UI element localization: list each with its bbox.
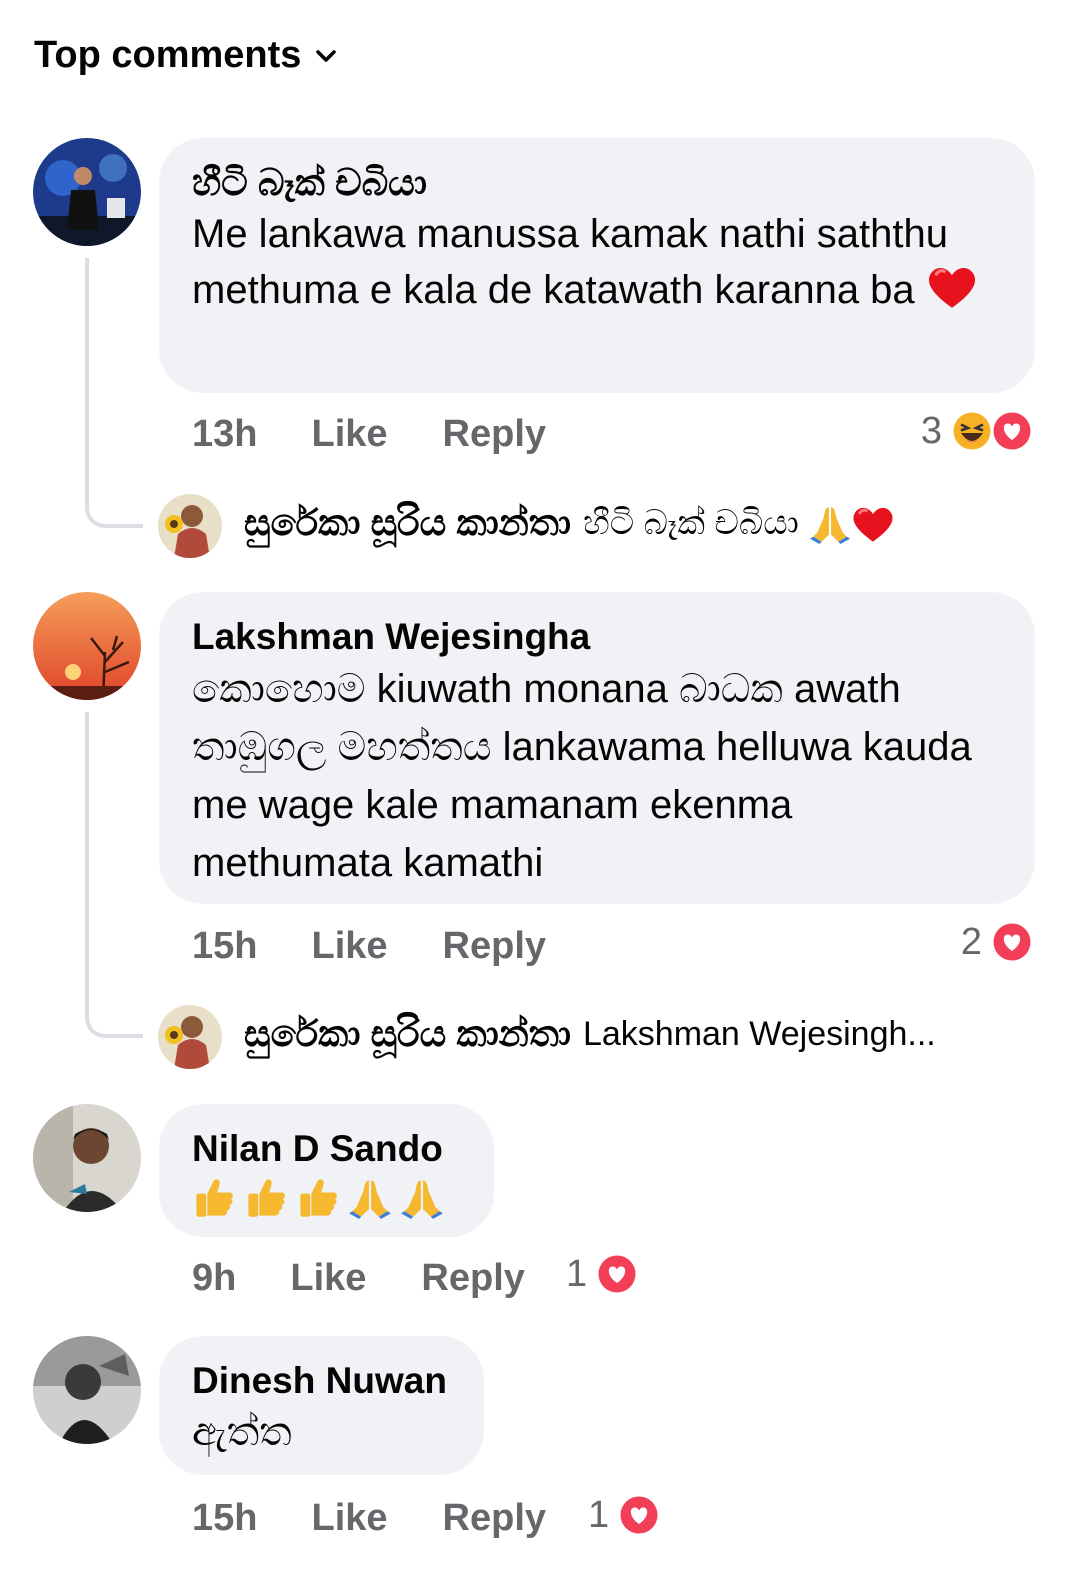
reply-button[interactable]: Reply	[421, 1257, 524, 1300]
reaction-summary[interactable]: 2	[961, 920, 1034, 964]
comment-actions: 9h Like Reply	[192, 1257, 525, 1300]
comment-actions: 13h Like Reply	[192, 413, 546, 456]
comment-actions: 15h Like Reply	[192, 1497, 546, 1540]
love-icon	[990, 920, 1034, 964]
reaction-count: 1	[588, 1493, 610, 1536]
like-button[interactable]: Like	[290, 1257, 366, 1300]
comment-time[interactable]: 13h	[192, 413, 257, 456]
reply-button[interactable]: Reply	[443, 925, 546, 968]
chevron-down-icon	[316, 49, 337, 62]
folded-hands-icon	[809, 503, 851, 545]
like-button[interactable]: Like	[311, 925, 387, 968]
comment-actions: 15h Like Reply	[192, 925, 546, 968]
thread-line	[85, 712, 143, 1038]
comment-emojis	[192, 1176, 460, 1220]
love-icon	[595, 1252, 639, 1296]
love-icon	[990, 409, 1034, 453]
thumbs-up-icon	[296, 1176, 340, 1220]
reaction-summary[interactable]: 1	[566, 1252, 639, 1296]
reply-avatar[interactable]	[158, 494, 222, 558]
comment-bubble: Lakshman Wejesingha කොහොම kiuwath monana…	[159, 592, 1035, 904]
folded-hands-icon	[400, 1176, 444, 1220]
comment-author[interactable]: Lakshman Wejesingha	[192, 614, 1001, 660]
comment-author[interactable]: Nilan D Sando	[192, 1126, 460, 1172]
comment-text: ඇත්ත	[192, 1410, 292, 1454]
comment-text: කොහොම kiuwath monana බාධක awath තාඹුගල ම…	[192, 667, 972, 885]
thumbs-up-icon	[192, 1176, 236, 1220]
red-heart-icon	[851, 504, 895, 544]
sort-label: Top comments	[34, 34, 302, 76]
avatar[interactable]	[33, 1336, 141, 1444]
reply-author: සුරේකා සූරිය කාන්තා	[244, 502, 571, 543]
reply-text: Lakshman Wejesingh...	[582, 1015, 936, 1053]
avatar[interactable]	[33, 138, 141, 246]
reply-text: හීටි බෑක් චබියා	[582, 504, 799, 542]
thumbs-up-icon	[244, 1176, 288, 1220]
comment-time[interactable]: 9h	[192, 1257, 236, 1300]
comment-time[interactable]: 15h	[192, 1497, 257, 1540]
comment-bubble: Nilan D Sando	[159, 1104, 494, 1237]
reply-preview[interactable]: සුරේකා සූරිය කාන්තා හීටි බෑක් චබියා	[244, 502, 895, 545]
like-button[interactable]: Like	[311, 1497, 387, 1540]
sort-comments-dropdown[interactable]: Top comments	[34, 34, 341, 77]
red-heart-icon	[926, 263, 978, 311]
like-button[interactable]: Like	[311, 413, 387, 456]
reply-author: සුරේකා සූරිය කාන්තා	[244, 1013, 571, 1054]
comment-text: Me lankawa manussa kamak nathi saththu m…	[192, 212, 948, 312]
reaction-summary[interactable]: 1	[588, 1493, 661, 1537]
thread-line	[85, 258, 143, 528]
comment-author[interactable]: Dinesh Nuwan	[192, 1358, 450, 1404]
reply-button[interactable]: Reply	[443, 413, 546, 456]
reaction-summary[interactable]: 3	[921, 409, 1034, 453]
comment-bubble: Dinesh Nuwan ඇත්ත	[159, 1336, 484, 1475]
folded-hands-icon	[348, 1176, 392, 1220]
haha-icon	[950, 409, 994, 453]
reaction-count: 1	[566, 1252, 588, 1295]
reply-preview[interactable]: සුරේකා සූරිය කාන්තා Lakshman Wejesingh..…	[244, 1013, 936, 1056]
love-icon	[617, 1493, 661, 1537]
comment-time[interactable]: 15h	[192, 925, 257, 968]
comment-bubble: හීටි බෑක් චබියා Me lankawa manussa kamak…	[159, 138, 1035, 393]
avatar[interactable]	[33, 1104, 141, 1212]
comments-panel: Top comments හීටි බෑක් චබියා Me lankawa …	[0, 0, 1080, 1585]
reaction-count: 2	[960, 920, 982, 963]
reply-button[interactable]: Reply	[443, 1497, 546, 1540]
avatar[interactable]	[33, 592, 141, 700]
reply-avatar[interactable]	[158, 1005, 222, 1069]
reaction-count: 3	[920, 409, 942, 452]
comment-author[interactable]: හීටි බෑක් චබියා	[192, 160, 1001, 206]
